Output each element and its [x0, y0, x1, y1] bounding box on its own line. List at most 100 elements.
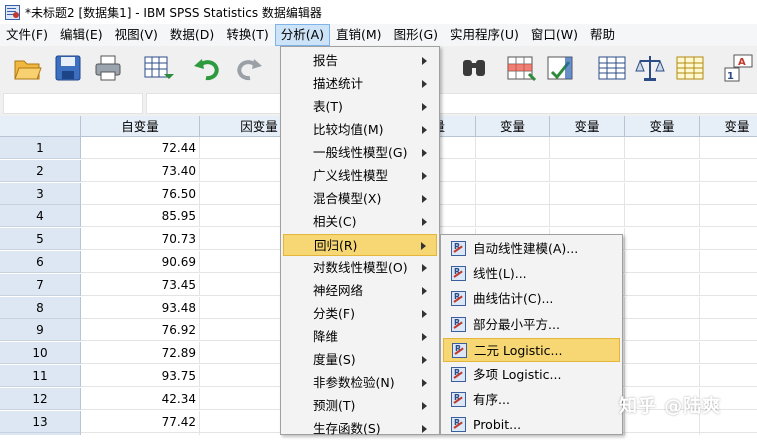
value-labels-icon[interactable]: A 1 — [722, 52, 754, 84]
analyze-menu-item[interactable]: 相关(C) — [283, 211, 437, 233]
column-header-variable[interactable]: 变量 — [550, 116, 625, 137]
menu-window[interactable]: 窗口(W) — [525, 24, 584, 46]
data-cell[interactable] — [700, 365, 757, 387]
column-header-variable[interactable]: 变量 — [625, 116, 700, 137]
regression-menu-item[interactable]: R Probit... — [443, 413, 620, 437]
menu-data[interactable]: 数据(D) — [164, 24, 220, 46]
analyze-menu-item[interactable]: 预测(T) — [283, 395, 437, 417]
menu-edit[interactable]: 编辑(E) — [54, 24, 109, 46]
data-cell[interactable] — [700, 251, 757, 273]
data-cell[interactable] — [700, 297, 757, 319]
analyze-menu-item[interactable]: 广义线性模型 — [283, 165, 437, 187]
row-header[interactable]: 4 — [0, 205, 81, 228]
menu-file[interactable]: 文件(F) — [0, 24, 54, 46]
print-icon[interactable] — [92, 52, 124, 84]
data-cell[interactable] — [625, 365, 700, 387]
column-header-variable[interactable]: 变量 — [476, 116, 550, 137]
insert-variable-icon[interactable] — [545, 52, 577, 84]
open-folder-icon[interactable] — [12, 52, 44, 84]
menu-graphs[interactable]: 图形(G) — [388, 24, 444, 46]
row-header[interactable]: 2 — [0, 159, 81, 182]
analyze-menu-item[interactable]: 报告 — [283, 50, 437, 72]
data-cell[interactable] — [700, 160, 757, 182]
data-cell[interactable] — [625, 342, 700, 365]
analyze-menu-item[interactable]: 非参数检验(N) — [283, 372, 437, 394]
menu-view[interactable]: 视图(V) — [109, 24, 164, 46]
analyze-menu-item[interactable]: 回归(R) — [283, 234, 437, 256]
analyze-menu-item[interactable]: 降维 — [283, 326, 437, 348]
menu-utilities[interactable]: 实用程序(U) — [444, 24, 525, 46]
menu-transform[interactable]: 转换(T) — [220, 24, 274, 46]
regression-menu-item[interactable]: R 线性(L)... — [443, 262, 620, 286]
data-cell[interactable]: 72.44 — [81, 137, 200, 159]
data-cell[interactable] — [625, 205, 700, 228]
data-cell[interactable]: 77.42 — [81, 410, 200, 433]
data-cell[interactable] — [625, 251, 700, 273]
select-cases-icon[interactable] — [674, 52, 706, 84]
row-header[interactable]: 12 — [0, 387, 81, 410]
analyze-menu-item[interactable]: 表(T) — [283, 96, 437, 118]
data-cell[interactable] — [700, 342, 757, 365]
row-header[interactable]: 7 — [0, 273, 81, 296]
data-cell[interactable]: 73.40 — [81, 159, 200, 182]
analyze-menu-item[interactable]: 神经网络 — [283, 280, 437, 302]
regression-menu-item[interactable]: R 曲线估计(C)... — [443, 287, 620, 311]
data-cell[interactable] — [625, 319, 700, 342]
weight-cases-icon[interactable] — [634, 52, 666, 84]
analyze-menu-item[interactable]: 一般线性模型(G) — [283, 142, 437, 164]
data-cell[interactable] — [550, 137, 625, 159]
regression-menu-item[interactable]: R 自动线性建模(A)... — [443, 237, 620, 261]
data-cell[interactable] — [476, 182, 550, 205]
analyze-menu-item[interactable]: 度量(S) — [283, 349, 437, 371]
cell-value-field[interactable] — [146, 93, 757, 114]
data-cell[interactable]: 42.34 — [81, 387, 200, 410]
regression-menu-item[interactable]: R 有序... — [443, 388, 620, 412]
data-view-icon[interactable] — [142, 52, 174, 84]
row-header[interactable]: 13 — [0, 410, 81, 433]
menu-analyze[interactable]: 分析(A) — [274, 24, 331, 46]
menu-direct-marketing[interactable]: 直销(M) — [330, 24, 388, 46]
data-cell[interactable] — [700, 137, 757, 159]
data-cell[interactable] — [700, 274, 757, 296]
data-cell[interactable] — [625, 159, 700, 182]
data-cell[interactable]: 76.92 — [81, 319, 200, 342]
save-icon[interactable] — [52, 52, 84, 84]
data-cell[interactable] — [700, 228, 757, 251]
cell-reference-field[interactable] — [3, 93, 143, 114]
analyze-menu-item[interactable]: 描述统计 — [283, 73, 437, 95]
row-header[interactable]: 11 — [0, 365, 81, 387]
regression-menu-item[interactable]: R 部分最小平方... — [443, 313, 620, 337]
regression-menu-item[interactable]: R 二元 Logistic... — [443, 337, 620, 362]
row-header[interactable]: 9 — [0, 319, 81, 342]
data-cell[interactable]: 70.73 — [81, 228, 200, 251]
data-cell[interactable] — [700, 183, 757, 205]
data-cell[interactable]: 90.69 — [81, 251, 200, 273]
redo-icon[interactable] — [232, 52, 264, 84]
column-header-independent[interactable]: 自变量 — [81, 116, 200, 137]
data-cell[interactable] — [550, 182, 625, 205]
split-file-icon[interactable] — [596, 52, 628, 84]
data-cell[interactable] — [625, 228, 700, 251]
data-cell[interactable] — [476, 137, 550, 159]
data-cell[interactable] — [550, 159, 625, 182]
row-header[interactable]: 5 — [0, 228, 81, 251]
insert-cases-icon[interactable] — [505, 52, 537, 84]
data-cell[interactable]: 93.48 — [81, 296, 200, 319]
data-cell[interactable] — [625, 137, 700, 159]
analyze-menu-item[interactable]: 混合模型(X) — [283, 188, 437, 210]
analyze-menu-item[interactable]: 比较均值(M) — [283, 119, 437, 141]
data-cell[interactable] — [700, 205, 757, 228]
data-cell[interactable] — [550, 205, 625, 228]
data-cell[interactable]: 85.95 — [81, 205, 200, 228]
data-cell[interactable] — [625, 182, 700, 205]
menu-help[interactable]: 帮助 — [584, 24, 621, 46]
data-cell[interactable]: 93.75 — [81, 365, 200, 387]
row-header[interactable]: 8 — [0, 296, 81, 319]
grid-corner[interactable] — [0, 116, 81, 137]
row-header[interactable]: 3 — [0, 182, 81, 205]
column-header-variable[interactable]: 变量 — [700, 116, 757, 137]
analyze-menu-item[interactable]: 生存函数(S) — [283, 418, 437, 440]
data-cell[interactable] — [700, 319, 757, 342]
data-cell[interactable] — [625, 296, 700, 319]
undo-icon[interactable] — [192, 52, 224, 84]
